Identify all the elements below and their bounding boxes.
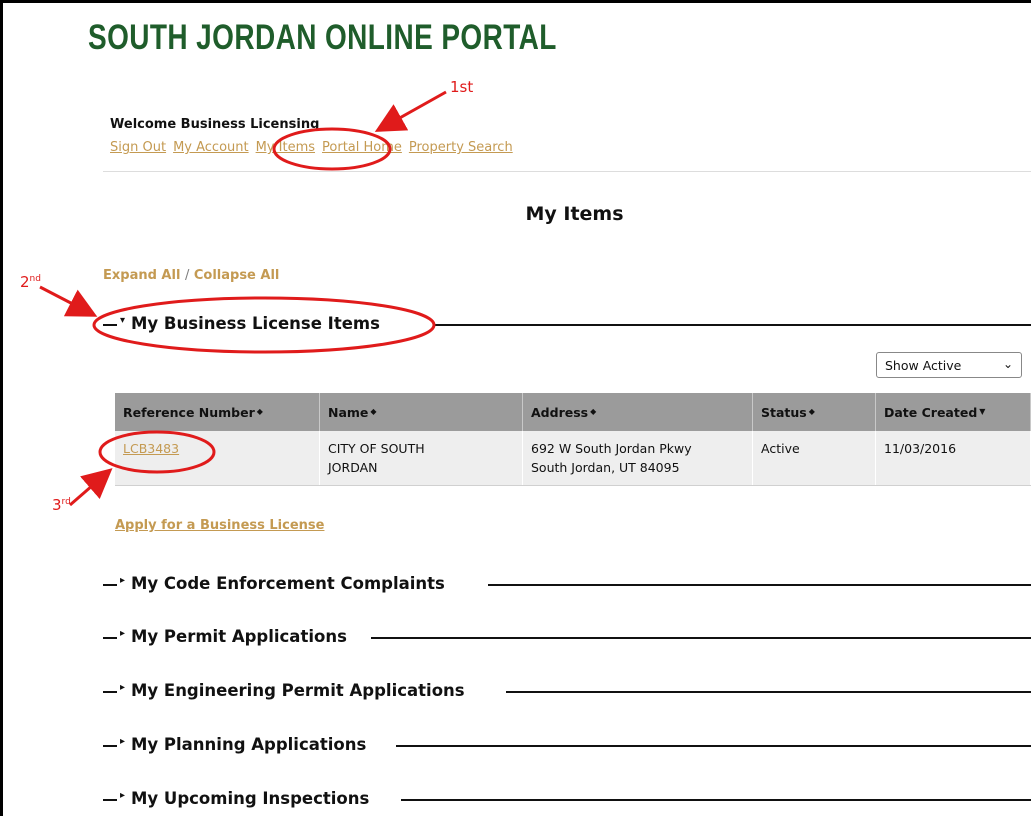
caret-right-icon: ▸ bbox=[120, 682, 126, 693]
annotation-2nd-label: 2nd bbox=[20, 273, 41, 291]
status-filter-value: Show Active bbox=[885, 358, 962, 373]
caret-down-icon: ▾ bbox=[120, 315, 126, 326]
sort-icon: ◆ bbox=[256, 406, 263, 416]
section-upcoming-inspections[interactable]: ▸ My Upcoming Inspections bbox=[103, 789, 1031, 811]
expand-all-link[interactable]: Expand All bbox=[103, 268, 180, 283]
table-row: LCB3483 CITY OF SOUTH JORDAN 692 W South … bbox=[115, 431, 1031, 486]
cell-status: Active bbox=[752, 431, 876, 486]
section-rule bbox=[433, 324, 1031, 326]
section-title[interactable]: My Permit Applications bbox=[131, 627, 351, 646]
col-status[interactable]: Status ◆ bbox=[752, 393, 876, 431]
col-address[interactable]: Address ◆ bbox=[522, 393, 753, 431]
expand-collapse-controls: Expand All / Collapse All bbox=[103, 268, 279, 283]
section-dash bbox=[103, 745, 117, 747]
apply-business-license-link[interactable]: Apply for a Business License bbox=[115, 518, 324, 533]
cell-address: 692 W South Jordan Pkwy South Jordan, UT … bbox=[522, 431, 753, 486]
section-rule bbox=[488, 584, 1031, 586]
col-date-created[interactable]: Date Created ▼ bbox=[875, 393, 1031, 431]
section-dash bbox=[103, 691, 117, 693]
caret-right-icon: ▸ bbox=[120, 736, 126, 747]
section-dash bbox=[103, 799, 117, 801]
section-code-enforcement[interactable]: ▸ My Code Enforcement Complaints bbox=[103, 574, 1031, 596]
my-account-link[interactable]: My Account bbox=[173, 140, 249, 155]
property-search-link[interactable]: Property Search bbox=[409, 140, 513, 155]
sort-icon: ◆ bbox=[370, 406, 377, 416]
section-rule bbox=[506, 691, 1031, 693]
sort-icon: ◆ bbox=[590, 406, 597, 416]
sort-desc-icon: ▼ bbox=[979, 406, 986, 416]
section-dash bbox=[103, 324, 117, 326]
section-title[interactable]: My Business License Items bbox=[131, 314, 384, 333]
portal-home-link[interactable]: Portal Home bbox=[322, 140, 402, 155]
business-license-table: Reference Number ◆ Name ◆ Address ◆ Status ◆… bbox=[115, 393, 1031, 486]
header-divider bbox=[103, 171, 1031, 172]
cell-reference: LCB3483 bbox=[115, 431, 320, 486]
col-reference-number[interactable]: Reference Number ◆ bbox=[115, 393, 320, 431]
section-rule bbox=[401, 799, 1031, 801]
collapse-all-link[interactable]: Collapse All bbox=[194, 268, 280, 283]
section-permit-applications[interactable]: ▸ My Permit Applications bbox=[103, 627, 1031, 649]
section-business-license[interactable]: ▾ My Business License Items bbox=[103, 314, 1031, 336]
table-header-row: Reference Number ◆ Name ◆ Address ◆ Status ◆… bbox=[115, 393, 1031, 431]
section-title[interactable]: My Upcoming Inspections bbox=[131, 789, 374, 808]
section-title[interactable]: My Planning Applications bbox=[131, 735, 371, 754]
cell-date-created: 11/03/2016 bbox=[875, 431, 1031, 486]
welcome-text: Welcome Business Licensing bbox=[110, 117, 320, 132]
cell-name: CITY OF SOUTH JORDAN bbox=[319, 431, 523, 486]
section-dash bbox=[103, 584, 117, 586]
expand-collapse-separator: / bbox=[184, 268, 190, 283]
annotation-1st-label: 1st bbox=[450, 78, 474, 96]
section-rule bbox=[371, 637, 1031, 639]
section-title[interactable]: My Engineering Permit Applications bbox=[131, 681, 469, 700]
caret-right-icon: ▸ bbox=[120, 628, 126, 639]
caret-right-icon: ▸ bbox=[120, 575, 126, 586]
portal-title: SOUTH JORDAN ONLINE PORTAL bbox=[88, 18, 557, 57]
section-planning-applications[interactable]: ▸ My Planning Applications bbox=[103, 735, 1031, 757]
user-nav: Sign Out My Account My Items Portal Home Pro… bbox=[110, 140, 520, 155]
section-dash bbox=[103, 637, 117, 639]
section-title[interactable]: My Code Enforcement Complaints bbox=[131, 574, 449, 593]
reference-link[interactable]: LCB3483 bbox=[123, 441, 179, 456]
col-name[interactable]: Name ◆ bbox=[319, 393, 523, 431]
my-items-link[interactable]: My Items bbox=[256, 140, 315, 155]
annotation-3rd-label: 3rd bbox=[52, 496, 71, 514]
section-rule bbox=[396, 745, 1031, 747]
status-filter-select[interactable]: Show Active ⌄ bbox=[876, 352, 1022, 378]
page-title: My Items bbox=[525, 203, 624, 225]
chevron-down-icon: ⌄ bbox=[1002, 357, 1013, 371]
sign-out-link[interactable]: Sign Out bbox=[110, 140, 166, 155]
sort-icon: ◆ bbox=[808, 406, 815, 416]
section-engineering-permits[interactable]: ▸ My Engineering Permit Applications bbox=[103, 681, 1031, 703]
caret-right-icon: ▸ bbox=[120, 790, 126, 801]
